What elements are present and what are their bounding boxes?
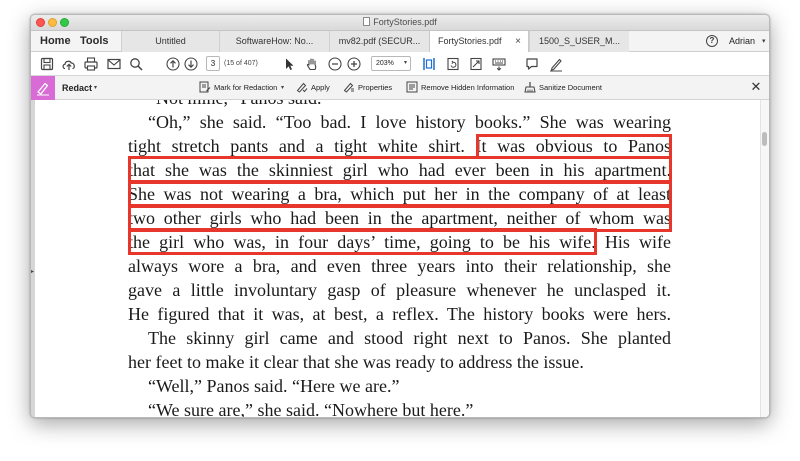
text-line: “Not mine,” Panos said. — [148, 100, 321, 110]
page-down-icon[interactable] — [183, 56, 199, 72]
redact-toolbar: Redact ▾ Mark for Redaction ▾ Apply Prop… — [31, 76, 769, 100]
redaction-mark[interactable] — [128, 228, 597, 255]
tab-fortystories[interactable]: FortyStories.pdf × — [429, 31, 529, 52]
page-up-icon[interactable] — [165, 56, 181, 72]
redact-marker-icon — [37, 82, 49, 96]
tab-label: mv82.pdf (SECUR... — [338, 36, 421, 46]
print-icon[interactable] — [83, 56, 99, 72]
properties-button[interactable]: Properties — [343, 76, 392, 100]
redact-menu-chevron-icon[interactable]: ▾ — [94, 76, 97, 100]
sanitize-brush-icon — [524, 81, 536, 93]
tab-label: FortyStories.pdf — [438, 36, 502, 46]
panel-expand-arrow-icon[interactable]: ▸ — [31, 268, 34, 275]
hand-icon[interactable] — [304, 56, 320, 72]
app-window: FortyStories.pdf Home Tools Untitled Sof… — [30, 14, 770, 418]
save-icon[interactable] — [39, 56, 55, 72]
remove-hidden-info-button[interactable]: Remove Hidden Information — [406, 76, 514, 100]
text-line: her feet to make it clear that she was r… — [128, 352, 584, 372]
title-bar: FortyStories.pdf — [31, 15, 769, 31]
keyboard-icon[interactable] — [491, 56, 507, 72]
vertical-scrollbar[interactable] — [760, 100, 769, 417]
left-panel-gutter[interactable] — [31, 100, 35, 417]
nav-home[interactable]: Home — [40, 31, 71, 52]
cloud-upload-icon[interactable] — [61, 56, 77, 72]
rotate-icon[interactable] — [445, 56, 461, 72]
tab-label: 1500_S_USER_M... — [538, 36, 621, 46]
remove-hidden-info-label: Remove Hidden Information — [421, 83, 515, 92]
document-viewport[interactable]: ▸ “Not mine,” Panos said. “Oh,” she said… — [31, 100, 769, 418]
close-icon[interactable]: ✕ — [749, 79, 763, 95]
remove-hidden-icon — [406, 81, 418, 93]
search-icon[interactable] — [128, 56, 144, 72]
email-icon[interactable] — [106, 56, 122, 72]
mark-for-redaction-label: Mark for Redaction — [214, 83, 278, 92]
comment-icon[interactable] — [524, 56, 540, 72]
help-icon[interactable]: ? — [706, 35, 718, 47]
tab-mv82[interactable]: mv82.pdf (SECUR... — [329, 31, 429, 52]
properties-label: Properties — [358, 83, 393, 92]
zoom-level-value: 203% — [376, 60, 394, 67]
tab-label: Untitled — [155, 36, 186, 46]
text-line: He figured that it was, at best, a refle… — [128, 304, 671, 324]
tab-label: SoftwareHow: No... — [235, 36, 314, 46]
text-line: “Oh,” she said. “Too bad. I love history… — [148, 112, 671, 132]
tab-untitled[interactable]: Untitled — [121, 31, 219, 52]
page-number-input[interactable]: 3 — [206, 56, 220, 71]
window-title-text: FortyStories.pdf — [373, 17, 437, 27]
window-title: FortyStories.pdf — [31, 17, 769, 27]
text-line: “Well,” Panos said. “Here we are.” — [148, 376, 400, 396]
sanitize-document-button[interactable]: Sanitize Document — [524, 76, 602, 100]
mark-redaction-chevron-icon[interactable]: ▾ — [281, 76, 284, 100]
scrollbar-thumb[interactable] — [762, 132, 767, 146]
user-name[interactable]: Adrian — [729, 31, 755, 52]
redact-tool-badge[interactable] — [31, 76, 55, 100]
properties-marker-icon — [343, 81, 355, 93]
mark-redaction-icon — [199, 81, 211, 93]
text-line: “We sure are,” she said. “Nowhere but he… — [148, 400, 474, 418]
crop-icon[interactable] — [468, 56, 484, 72]
main-toolbar: 3 (15 of 407) 203% ▾ — [31, 52, 769, 76]
text-line: gave a little involuntary gasp of pleasu… — [128, 280, 671, 300]
text-line: The skinny girl came and stood right nex… — [148, 328, 671, 348]
mark-for-redaction-button[interactable]: Mark for Redaction — [199, 76, 277, 100]
user-menu-chevron-icon[interactable]: ▾ — [762, 31, 766, 52]
tab-close-icon[interactable]: × — [515, 31, 521, 52]
apply-label: Apply — [311, 83, 330, 92]
apply-button[interactable]: Apply — [296, 76, 330, 100]
apply-marker-icon — [296, 81, 308, 93]
pdf-document-icon — [363, 17, 371, 26]
tab-softwarehow[interactable]: SoftwareHow: No... — [219, 31, 329, 52]
tab-bar: Home Tools Untitled SoftwareHow: No... m… — [31, 31, 769, 52]
zoom-chevron-down-icon: ▾ — [403, 60, 407, 66]
page-count: (15 of 407) — [224, 60, 258, 67]
zoom-in-icon[interactable] — [346, 56, 362, 72]
nav-tools[interactable]: Tools — [80, 31, 109, 52]
select-arrow-icon[interactable] — [281, 56, 297, 72]
zoom-out-icon[interactable] — [327, 56, 343, 72]
tab-user-manual[interactable]: 1500_S_USER_M... — [529, 31, 629, 52]
redact-menu-label[interactable]: Redact — [62, 76, 92, 100]
zoom-level-select[interactable]: 203% ▾ — [371, 56, 411, 71]
sanitize-document-label: Sanitize Document — [539, 83, 602, 92]
fit-page-icon[interactable] — [421, 56, 437, 72]
text-line: always wore a bra, and even three years … — [128, 256, 671, 276]
sign-icon[interactable] — [548, 56, 564, 72]
